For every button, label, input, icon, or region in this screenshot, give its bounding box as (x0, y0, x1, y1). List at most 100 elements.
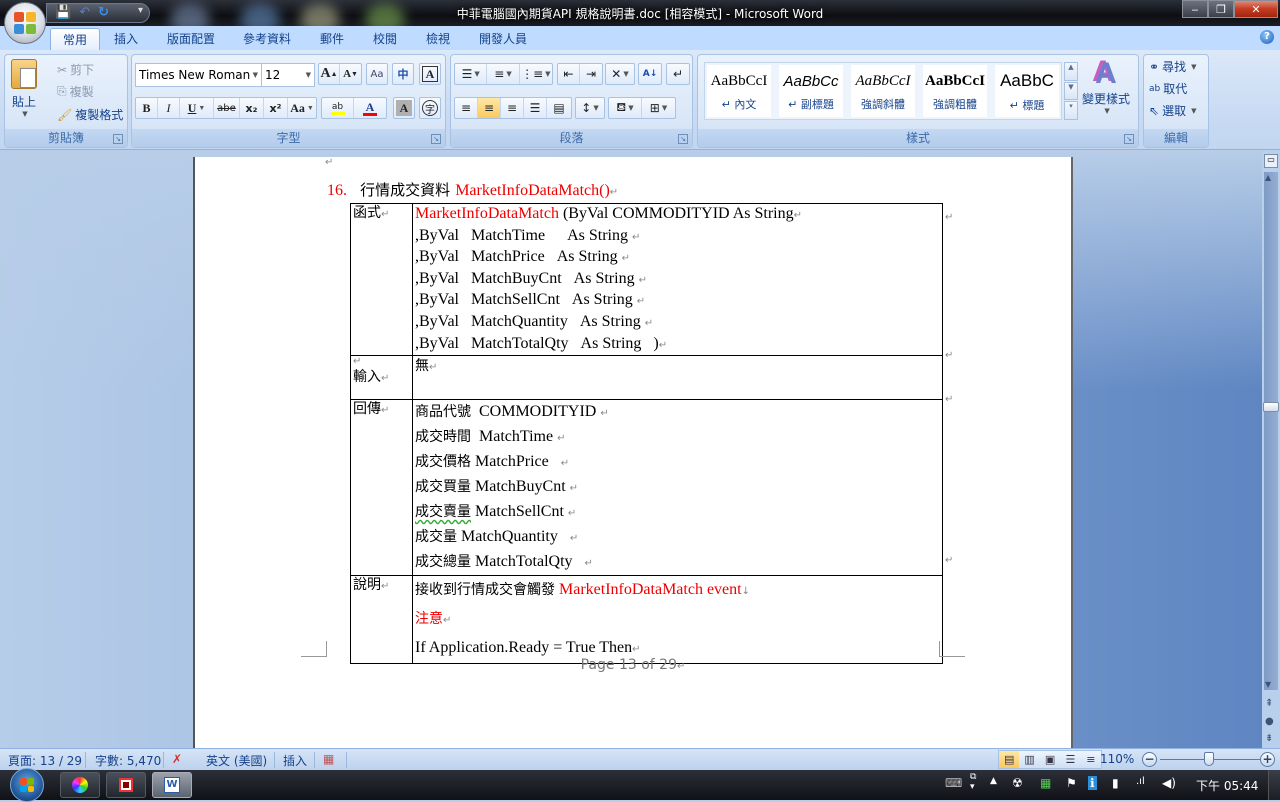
keyboard-icon[interactable]: ⌨ (945, 776, 962, 790)
highlight-button[interactable]: ab (322, 98, 354, 118)
tab-home[interactable]: 常用 (50, 28, 101, 50)
bullets-button[interactable]: ☰ ▼ (455, 64, 488, 84)
tray-app-icon[interactable]: ☢ (1012, 776, 1023, 790)
tab-references[interactable]: 參考資料 (231, 28, 303, 50)
action-center-icon[interactable]: ⚑ (1066, 776, 1077, 790)
align-center-button[interactable]: ≡ (478, 98, 501, 118)
proofing-icon[interactable]: ✗ (172, 752, 182, 766)
zoom-in-button[interactable]: + (1260, 752, 1275, 767)
grow-font-button[interactable]: A ▲ (319, 64, 341, 84)
select-button[interactable]: ⇖ 選取 ▼ (1149, 102, 1196, 119)
help-icon[interactable]: ? (1260, 30, 1274, 44)
zoom-slider-thumb[interactable] (1204, 752, 1214, 766)
previous-page-icon[interactable]: ⇞ (1265, 698, 1273, 709)
enclose-characters-button[interactable]: 字 (419, 97, 441, 119)
character-border-button[interactable]: A (419, 63, 441, 85)
gallery-up-button[interactable]: ▲ (1064, 62, 1078, 81)
web-layout-view-icon[interactable]: ▣ (1040, 751, 1060, 768)
change-case-button[interactable]: Aa ▼ (288, 98, 316, 118)
minimize-button[interactable]: ‒ (1182, 0, 1208, 18)
maximize-button[interactable]: ❐ (1208, 0, 1234, 18)
show-desktop-button[interactable] (1268, 770, 1280, 800)
find-button[interactable]: ⚭ 尋找 ▼ (1149, 58, 1196, 75)
document-page[interactable]: ↵ 16. 行情成交資料 MarketInfoDataMatch()↵ 函式↵ … (195, 157, 1071, 757)
superscript-button[interactable]: x² (264, 98, 288, 118)
monitor-icon[interactable]: ▦ (1040, 776, 1051, 790)
tab-insert[interactable]: 插入 (102, 28, 150, 50)
align-right-button[interactable]: ≡ (501, 98, 524, 118)
volume-icon[interactable]: ◀) (1162, 776, 1176, 790)
insert-mode[interactable]: 插入 (283, 752, 307, 769)
character-shading-button[interactable]: A (393, 97, 415, 119)
language-bar-icon[interactable]: ⧉ ▾ (970, 772, 976, 792)
gallery-more-button[interactable]: ▾ (1064, 101, 1078, 121)
show-marks-button[interactable]: ↵ (666, 63, 690, 85)
office-button[interactable] (4, 2, 46, 44)
clipboard-launcher-icon[interactable]: ↘ (113, 134, 123, 144)
scroll-track[interactable] (1264, 172, 1278, 690)
network-tray-icon[interactable]: ℹ (1088, 776, 1097, 790)
signal-icon[interactable]: .ıl (1136, 776, 1145, 787)
scroll-up-icon[interactable]: ▲ (1265, 173, 1271, 182)
format-painter-button[interactable]: 🖌 複製格式 (57, 106, 123, 123)
draft-view-icon[interactable]: ≡ (1081, 751, 1101, 768)
clear-formatting-button[interactable]: Aa (366, 63, 388, 85)
italic-button[interactable]: I (158, 98, 180, 118)
word-count[interactable]: 字數: 5,470 (95, 752, 161, 769)
asian-layout-button[interactable]: ✕ ▼ (605, 63, 635, 85)
page-count[interactable]: 頁面: 13 / 29 (8, 752, 82, 769)
bold-button[interactable]: B (136, 98, 158, 118)
borders-button[interactable]: ⊞ ▼ (642, 98, 675, 118)
macro-record-icon[interactable]: ▦ (323, 752, 334, 766)
paragraph-launcher-icon[interactable]: ↘ (678, 134, 688, 144)
justify-button[interactable]: ☰ (524, 98, 547, 118)
font-color-button[interactable]: A (354, 98, 386, 118)
gallery-down-button[interactable]: ▼ (1064, 81, 1078, 101)
shrink-font-button[interactable]: A ▼ (340, 64, 361, 84)
start-button[interactable] (10, 768, 44, 802)
style-normal[interactable]: AaBbCcI ↵ 內文 (707, 65, 771, 117)
outline-view-icon[interactable]: ☰ (1060, 751, 1080, 768)
zoom-out-button[interactable]: − (1142, 752, 1157, 767)
scroll-thumb[interactable] (1263, 402, 1279, 412)
font-launcher-icon[interactable]: ↘ (431, 134, 441, 144)
taskbar-app-color[interactable] (60, 772, 100, 798)
select-browse-object-icon[interactable]: ● (1265, 716, 1274, 727)
underline-button[interactable]: U ▼ (180, 98, 214, 118)
shading-button[interactable]: ⛾ ▼ (609, 98, 643, 118)
full-screen-reading-view-icon[interactable]: ▥ (1019, 751, 1039, 768)
tab-developer[interactable]: 開發人員 (467, 28, 539, 50)
taskbar-app-word[interactable]: W (152, 772, 192, 798)
numbering-button[interactable]: ≡ ▼ (487, 64, 520, 84)
show-hidden-icons[interactable]: ▲ (990, 776, 997, 786)
tab-mailings[interactable]: 郵件 (308, 28, 356, 50)
language-indicator[interactable]: 英文 (美國) (206, 752, 267, 769)
print-layout-view-icon[interactable]: ▤ (999, 751, 1020, 768)
taskbar-app-red[interactable] (106, 772, 146, 798)
align-left-button[interactable]: ≡ (455, 98, 478, 118)
zoom-level[interactable]: 110% (1100, 752, 1134, 766)
view-ruler-icon[interactable]: ▭ (1264, 154, 1278, 168)
vertical-scrollbar[interactable]: ▭ ▲ ▼ ⇞ ● ⇟ (1262, 150, 1280, 748)
clock[interactable]: 下午 05:44 (1196, 777, 1258, 794)
style-emphasis[interactable]: AaBbCcI 強調斜體 (851, 65, 915, 117)
next-page-icon[interactable]: ⇟ (1265, 733, 1273, 744)
line-spacing-button[interactable]: ↕ ▼ (575, 97, 605, 119)
style-title[interactable]: AaBbC ↵ 標題 (995, 65, 1059, 117)
style-subtitle[interactable]: AaBbCc ↵ 副標題 (779, 65, 843, 117)
multilevel-list-button[interactable]: ⋮≡ ▼ (520, 64, 552, 84)
increase-indent-button[interactable]: ⇥ (580, 64, 602, 84)
strikethrough-button[interactable]: abe (214, 98, 240, 118)
tab-view[interactable]: 檢視 (414, 28, 462, 50)
cut-button[interactable]: ✂ 剪下 (57, 61, 94, 78)
change-styles-button[interactable]: A 變更樣式 ▼ (1082, 58, 1130, 116)
style-strong[interactable]: AaBbCcI 強調粗體 (923, 65, 987, 117)
decrease-indent-button[interactable]: ⇤ (558, 64, 581, 84)
replace-button[interactable]: ab 取代 (1149, 80, 1187, 97)
phonetic-guide-button[interactable]: 中 (392, 63, 414, 85)
distribute-button[interactable]: ▤ (547, 98, 571, 118)
subscript-button[interactable]: x₂ (240, 98, 264, 118)
copy-button[interactable]: ⎘ 複製 (57, 83, 94, 100)
sort-button[interactable]: A↓ (638, 63, 662, 85)
styles-launcher-icon[interactable]: ↘ (1124, 134, 1134, 144)
